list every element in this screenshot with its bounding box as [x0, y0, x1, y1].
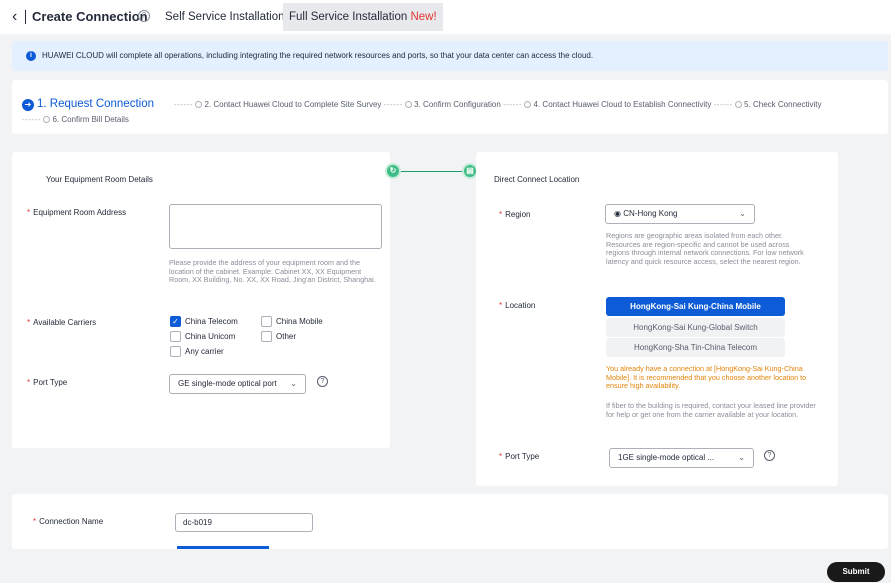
location-option-sai-kung-china-mobile[interactable]: HongKong-Sai Kung-China Mobile — [606, 297, 785, 316]
checkbox-box — [170, 331, 181, 342]
location-label: * Location — [499, 301, 535, 311]
question-circle-icon[interactable]: ? — [764, 450, 775, 461]
available-carriers-label-text: Available Carriers — [33, 318, 97, 327]
question-circle-icon[interactable]: ? — [317, 376, 328, 387]
chevron-down-icon: ⌄ — [290, 379, 297, 388]
steps-bar: ➔ 1. Request Connection ------ 2. Contac… — [12, 80, 888, 134]
question-circle-icon[interactable]: ? — [138, 10, 150, 22]
connection-name-card: * Connection Name dc-b019 — [12, 494, 888, 549]
step-circle-icon — [195, 101, 203, 108]
tab-self-service-label: Self Service Installation — [165, 11, 285, 23]
step-confirm-bill-details: 6. Confirm Bill Details — [52, 115, 129, 124]
equipment-room-address-label-text: Equipment Room Address — [33, 208, 127, 217]
required-mark: * — [27, 208, 31, 217]
required-mark: * — [33, 517, 37, 526]
port-type-label-left: * Port Type — [27, 378, 67, 388]
title-divider — [25, 10, 26, 24]
port-type-label-right-text: Port Type — [505, 452, 540, 461]
equipment-room-card: Your Equipment Room Details — [12, 152, 390, 448]
region-select[interactable]: ◉ CN-Hong Kong ⌄ — [605, 204, 755, 224]
pin-icon: ◉ — [614, 209, 621, 218]
checkbox-china-mobile[interactable]: China Mobile — [261, 316, 323, 327]
direct-connect-location-title: Direct Connect Location — [494, 175, 580, 184]
step-connector: ------ — [22, 115, 41, 124]
chevron-down-icon: ⌄ — [739, 209, 746, 218]
port-type-label-right: * Port Type — [499, 452, 539, 462]
checkbox-china-mobile-label: China Mobile — [276, 317, 323, 326]
step-circle-icon — [43, 116, 51, 123]
equipment-room-title: Your Equipment Room Details — [46, 175, 153, 184]
connection-name-label: * Connection Name — [33, 517, 103, 527]
steps-line-1: ------ 2. Contact Huawei Cloud to Comple… — [174, 100, 821, 110]
step-circle-icon — [404, 101, 412, 108]
connection-name-input[interactable]: dc-b019 — [175, 513, 313, 532]
port-type-select-right-value: 1GE single-mode optical ... — [618, 453, 715, 462]
step-site-survey: 2. Contact Huawei Cloud to Complete Site… — [204, 100, 382, 109]
step-request-connection: 1. Request Connection — [37, 98, 154, 110]
new-badge: New! — [410, 11, 437, 23]
step-connector: ------ — [713, 100, 733, 109]
port-type-select-left[interactable]: GE single-mode optical port ⌄ — [169, 374, 306, 394]
location-help: If fiber to the building is required, co… — [606, 401, 816, 419]
top-bar: ‹ Create Connection ? Self Service Insta… — [0, 0, 891, 34]
page-title: Create Connection — [32, 9, 148, 24]
tab-full-service-installation[interactable]: Full Service Installation New! — [283, 3, 443, 31]
step-check-connectivity: 5. Check Connectivity — [744, 100, 822, 109]
required-mark: * — [27, 318, 31, 327]
required-mark: * — [499, 452, 503, 461]
location-option-sha-tin-china-telecom[interactable]: HongKong-Sha Tin-China Telecom — [606, 338, 785, 357]
equipment-room-address-input[interactable] — [169, 204, 382, 249]
port-type-select-right[interactable]: 1GE single-mode optical ... ⌄ — [609, 448, 754, 468]
equipment-room-address-label: * Equipment Room Address — [27, 208, 126, 218]
checkbox-other-label: Other — [276, 332, 297, 341]
step-connector: ------ — [383, 100, 403, 109]
checkbox-box — [261, 331, 272, 342]
partial-button[interactable] — [177, 546, 269, 549]
required-mark: * — [499, 210, 503, 219]
info-banner-text: HUAWEI CLOUD will complete all operation… — [42, 51, 594, 60]
arrow-right-circle-icon: ➔ — [22, 99, 34, 111]
required-mark: * — [499, 301, 503, 310]
location-label-text: Location — [505, 301, 536, 310]
checkbox-china-unicom[interactable]: China Unicom — [170, 331, 235, 342]
step-connector: ------ — [174, 100, 193, 109]
step-establish-connectivity: 4. Contact Huawei Cloud to Establish Con… — [533, 100, 712, 109]
port-type-label-left-text: Port Type — [33, 378, 68, 387]
step-connector: ------ — [503, 100, 523, 109]
equipment-room-address-help: Please provide the address of your equip… — [169, 258, 376, 284]
checkbox-box — [261, 316, 272, 327]
chevron-down-icon: ⌄ — [738, 453, 745, 462]
step-circle-icon — [524, 101, 532, 108]
info-banner: i HUAWEI CLOUD will complete all operati… — [12, 41, 888, 71]
tab-self-service-installation[interactable]: Self Service Installation — [159, 3, 291, 31]
checkbox-china-unicom-label: China Unicom — [185, 332, 236, 341]
checkbox-any-carrier-label: Any carrier — [185, 347, 224, 356]
checkbox-box — [170, 346, 181, 357]
chevron-left-icon[interactable]: ‹ — [12, 8, 26, 26]
info-icon: i — [26, 51, 36, 61]
location-option-sai-kung-global-switch[interactable]: HongKong-Sai Kung-Global Switch — [606, 318, 785, 337]
required-mark: * — [27, 378, 31, 387]
step-circle-icon — [734, 101, 742, 108]
checkbox-any-carrier[interactable]: Any carrier — [170, 346, 224, 357]
available-carriers-label: * Available Carriers — [27, 318, 96, 328]
port-type-select-left-value: GE single-mode optical port — [178, 379, 277, 388]
cloud-connect-icon: ↻ — [385, 163, 401, 179]
connection-name-label-text: Connection Name — [39, 517, 104, 526]
checkbox-other[interactable]: Other — [261, 331, 296, 342]
steps-line-2: ------ 6. Confirm Bill Details — [22, 115, 129, 125]
step-confirm-configuration: 3. Confirm Configuration — [414, 100, 501, 109]
check-icon: ✓ — [170, 316, 181, 327]
region-label: * Region — [499, 210, 530, 220]
location-warning: You already have a connection at [HongKo… — [606, 364, 807, 390]
region-help: Regions are geographic areas isolated fr… — [606, 231, 804, 266]
checkbox-china-telecom[interactable]: ✓ China Telecom — [170, 316, 238, 327]
submit-button[interactable]: Submit — [827, 562, 885, 582]
tab-full-service-label: Full Service Installation — [289, 11, 408, 23]
region-label-text: Region — [505, 210, 531, 219]
region-select-value: CN-Hong Kong — [623, 209, 678, 218]
connector-line — [397, 171, 471, 172]
checkbox-china-telecom-label: China Telecom — [185, 317, 238, 326]
